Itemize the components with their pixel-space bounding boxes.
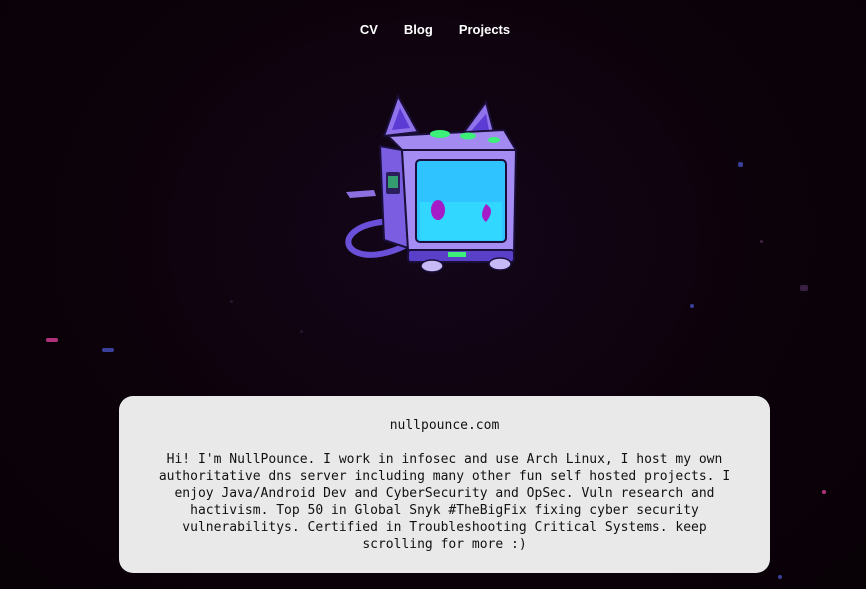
- background-speck: [102, 348, 114, 352]
- bio-text: Hi! I'm NullPounce. I work in infosec an…: [158, 452, 731, 552]
- background-speck: [800, 285, 808, 291]
- nav-link-projects[interactable]: Projects: [459, 22, 510, 37]
- robot-cat-mascot: [345, 93, 518, 273]
- intro-card: nullpounce.com Hi! I'm NullPounce. I wor…: [119, 396, 770, 573]
- background-speck: [738, 162, 743, 167]
- background-speck: [760, 240, 763, 243]
- background-speck: [46, 338, 58, 342]
- nav-link-blog[interactable]: Blog: [404, 22, 433, 37]
- background-speck: [778, 575, 782, 579]
- background-speck: [230, 300, 233, 303]
- nav-link-cv[interactable]: CV: [360, 22, 378, 37]
- background-speck: [690, 304, 694, 308]
- background-speck: [822, 490, 826, 494]
- background-speck: [300, 330, 303, 333]
- site-domain: nullpounce.com: [389, 418, 500, 433]
- top-nav: CV Blog Projects: [0, 22, 866, 37]
